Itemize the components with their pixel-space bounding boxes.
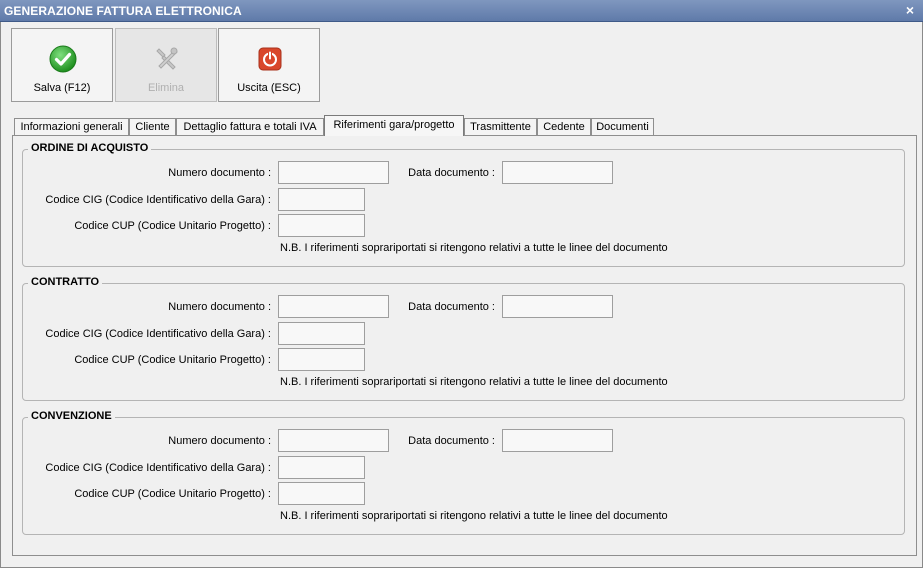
label-codice-cig: Codice CIG (Codice Identificativo della …: [45, 462, 271, 474]
label-numero-documento: Numero documento :: [168, 435, 271, 447]
tab-cliente[interactable]: Cliente: [129, 118, 176, 135]
group-title: CONTRATTO: [28, 276, 103, 288]
contratto-numero-documento-field[interactable]: [278, 295, 389, 318]
note-text: N.B. I riferimenti soprariportati si rit…: [280, 510, 668, 522]
save-button-label: Salva (F12): [33, 82, 91, 94]
close-icon[interactable]: ×: [906, 2, 914, 18]
exit-button-label: Uscita (ESC): [237, 82, 301, 94]
delete-tools-icon: [153, 45, 181, 73]
label-data-documento: Data documento :: [408, 301, 495, 313]
label-data-documento: Data documento :: [408, 435, 495, 447]
window-title: GENERAZIONE FATTURA ELETTRONICA: [4, 4, 242, 18]
delete-button-label: Elimina: [147, 82, 185, 94]
check-icon: [49, 45, 77, 73]
save-button[interactable]: Salva (F12): [11, 28, 113, 102]
tab-documenti[interactable]: Documenti: [591, 118, 654, 135]
note-text: N.B. I riferimenti soprariportati si rit…: [280, 242, 668, 254]
contratto-codice-cig-field[interactable]: [278, 322, 365, 345]
label-codice-cup: Codice CUP (Codice Unitario Progetto) :: [74, 488, 271, 500]
ordine-numero-documento-field[interactable]: [278, 161, 389, 184]
label-data-documento: Data documento :: [408, 167, 495, 179]
convenzione-codice-cup-field[interactable]: [278, 482, 365, 505]
ordine-codice-cig-field[interactable]: [278, 188, 365, 211]
exit-button[interactable]: Uscita (ESC): [218, 28, 320, 102]
label-codice-cig: Codice CIG (Codice Identificativo della …: [45, 194, 271, 206]
tab-dettaglio-fattura[interactable]: Dettaglio fattura e totali IVA: [176, 118, 324, 135]
convenzione-codice-cig-field[interactable]: [278, 456, 365, 479]
ordine-codice-cup-field[interactable]: [278, 214, 365, 237]
label-codice-cup: Codice CUP (Codice Unitario Progetto) :: [74, 220, 271, 232]
contratto-data-documento-field[interactable]: [502, 295, 613, 318]
tab-cedente[interactable]: Cedente: [537, 118, 591, 135]
convenzione-numero-documento-field[interactable]: [278, 429, 389, 452]
label-numero-documento: Numero documento :: [168, 167, 271, 179]
note-text: N.B. I riferimenti soprariportati si rit…: [280, 376, 668, 388]
label-numero-documento: Numero documento :: [168, 301, 271, 313]
group-title: CONVENZIONE: [28, 410, 115, 422]
ordine-data-documento-field[interactable]: [502, 161, 613, 184]
label-codice-cig: Codice CIG (Codice Identificativo della …: [45, 328, 271, 340]
convenzione-data-documento-field[interactable]: [502, 429, 613, 452]
tab-informazioni-generali[interactable]: Informazioni generali: [14, 118, 129, 135]
window-titlebar: GENERAZIONE FATTURA ELETTRONICA ×: [0, 0, 923, 22]
tab-riferimenti-gara-progetto[interactable]: Riferimenti gara/progetto: [324, 115, 464, 136]
contratto-codice-cup-field[interactable]: [278, 348, 365, 371]
label-codice-cup: Codice CUP (Codice Unitario Progetto) :: [74, 354, 271, 366]
delete-button[interactable]: Elimina: [115, 28, 217, 102]
power-icon: [256, 45, 284, 73]
tab-trasmittente[interactable]: Trasmittente: [464, 118, 537, 135]
group-title: ORDINE DI ACQUISTO: [28, 142, 152, 154]
